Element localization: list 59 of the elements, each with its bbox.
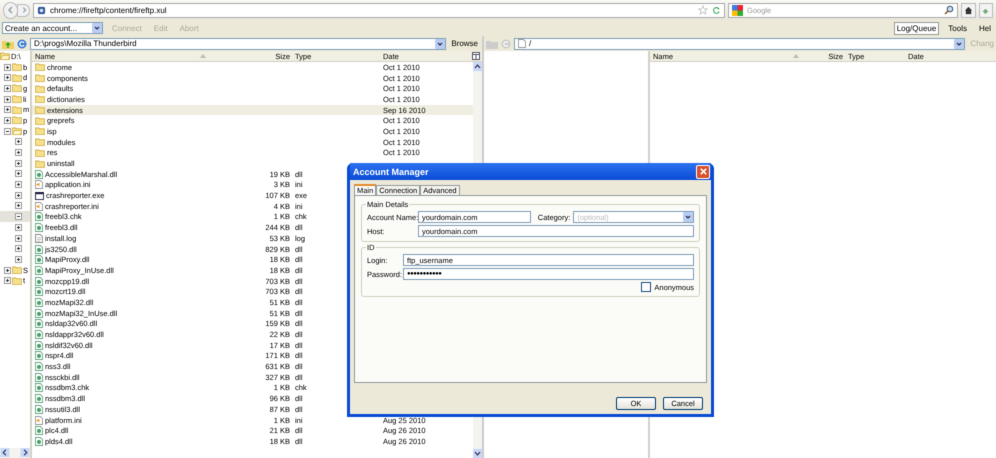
anonymous-checkbox[interactable] [641,282,652,292]
menu-item[interactable]: Hel [976,22,994,34]
expander-icon[interactable] [4,106,11,114]
file-icon [35,170,43,179]
dialog-title: Account Manager [353,166,429,176]
page-icon [37,6,46,14]
dropdown-icon[interactable] [92,23,102,33]
expander-icon[interactable] [15,138,22,146]
expander-icon[interactable] [4,277,11,284]
scroll-right-icon[interactable] [20,448,30,457]
close-button[interactable] [696,164,710,178]
search-icon[interactable] [944,5,954,15]
sort-arrow-icon [200,54,206,58]
home-button[interactable] [961,2,976,18]
remote-path-field[interactable]: / [514,38,966,50]
text-file-icon [35,234,43,243]
refresh-icon[interactable] [17,38,27,48]
star-icon[interactable] [698,5,708,15]
browse-button[interactable]: Browse [449,39,480,48]
dropdown-icon[interactable] [954,38,964,48]
expander-icon[interactable] [4,64,11,71]
account-select[interactable]: Create an account... [2,22,103,34]
expander-icon[interactable] [4,266,11,274]
dropdown-icon[interactable] [435,38,446,48]
expander-icon[interactable] [15,192,22,199]
expander-icon[interactable] [15,224,22,231]
expander-icon[interactable] [15,245,22,252]
expander-icon[interactable] [15,160,22,167]
expander-icon[interactable] [15,213,22,220]
file-icon [35,223,43,232]
expander-icon[interactable] [4,96,11,103]
window-icon [35,192,44,200]
expander-icon[interactable] [15,256,22,263]
local-path-field[interactable]: D:\progs\Mozilla Thunderbird [30,38,446,50]
house-icon [964,6,973,14]
address-field[interactable]: chrome://fireftp/content/fireftp.xul [33,2,726,18]
expander-icon[interactable] [15,170,22,178]
column-picker-icon[interactable] [472,52,480,60]
expander-icon[interactable] [15,234,22,242]
expander-icon[interactable] [4,128,11,135]
close-icon [698,167,708,176]
scroll-left-icon[interactable] [0,448,10,457]
dropdown-icon[interactable] [683,212,693,222]
scroll-up-icon[interactable] [473,62,482,71]
sort-arrow-icon [793,54,799,58]
expander-icon[interactable] [4,116,11,124]
expander-icon[interactable] [15,149,22,156]
reload-icon[interactable] [712,6,722,14]
menu-item[interactable]: Tools [945,22,970,34]
search-engine-icon[interactable] [732,4,744,16]
file-icon [35,212,43,222]
folder-icon [12,127,22,136]
scroll-down-icon[interactable] [473,449,482,458]
expander-icon[interactable] [4,84,11,92]
menu-item[interactable]: Log/Queue [894,22,940,34]
expander-icon[interactable] [4,74,11,82]
expander-icon[interactable] [15,181,22,188]
page-icon [518,39,526,48]
expander-icon[interactable] [15,202,22,210]
